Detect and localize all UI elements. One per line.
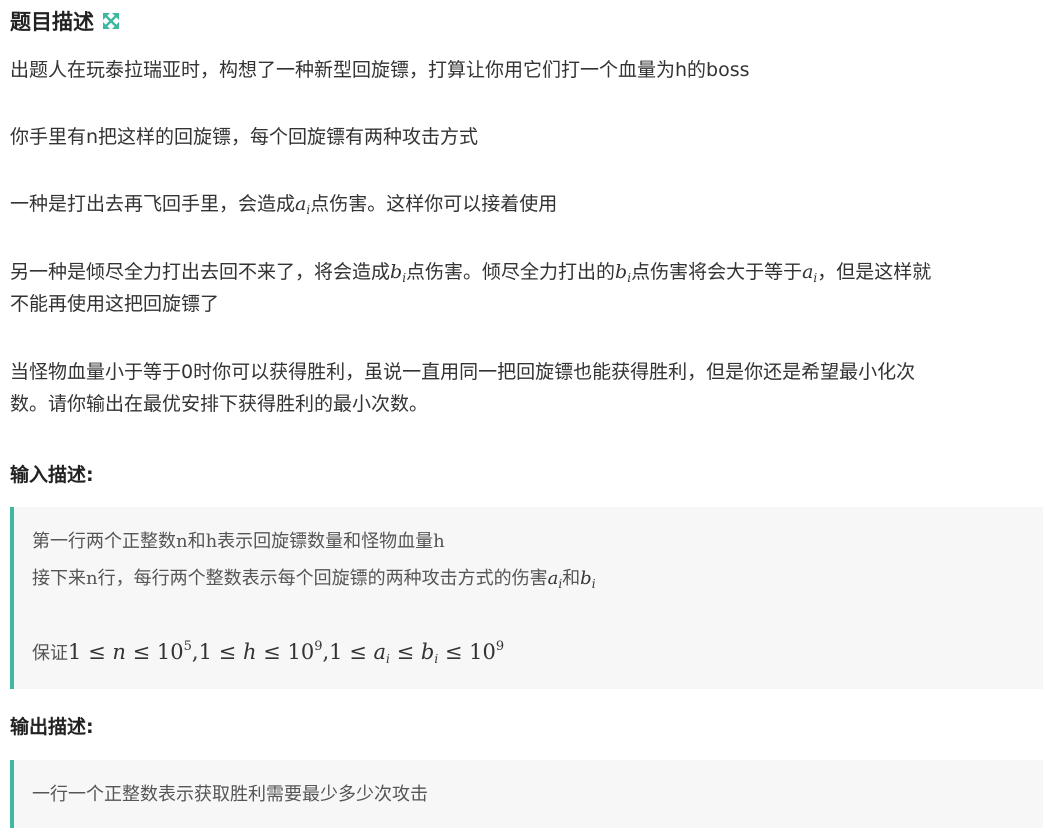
paragraph-line: 不能再使用这把回旋镖了 bbox=[10, 293, 220, 315]
title-row: 题目描述 bbox=[10, 6, 120, 36]
description-paragraph-4: 另一种是倾尽全力打出去回不来了，将会造成bi点伤害。倾尽全力打出的bi点伤害将会… bbox=[10, 256, 1040, 320]
input-line-2: 接下来n行，每行两个整数表示每个回旋镖的两种攻击方式的伤害ai和bi bbox=[32, 568, 596, 591]
description-paragraph-3: 一种是打出去再飞回手里，会造成ai点伤害。这样你可以接着使用 bbox=[10, 188, 1040, 220]
description-paragraph-2: 你手里有n把这样的回旋镖，每个回旋镖有两种攻击方式 bbox=[10, 126, 479, 148]
input-section-title: 输入描述: bbox=[10, 464, 94, 486]
input-line-1: 第一行两个正整数n和h表示回旋镖数量和怪物血量h bbox=[32, 531, 445, 552]
math-var: bi bbox=[390, 261, 407, 285]
description-paragraph-1: 出题人在玩泰拉瑞亚时，构想了一种新型回旋镖，打算让你用它们打一个血量为h的bos… bbox=[10, 59, 750, 81]
paragraph-line: 当怪物血量小于等于0时你可以获得胜利，虽说一直用同一把回旋镖也能获得胜利，但是你… bbox=[10, 361, 916, 383]
page-title: 题目描述 bbox=[10, 10, 94, 34]
math-var: bi bbox=[615, 261, 632, 285]
paragraph-line: 另一种是倾尽全力打出去回不来了，将会造成bi点伤害。倾尽全力打出的bi点伤害将会… bbox=[10, 261, 932, 285]
math-var: ai bbox=[802, 261, 818, 285]
input-block: 第一行两个正整数n和h表示回旋镖数量和怪物血量h 接下来n行，每行两个整数表示每… bbox=[10, 507, 1043, 689]
constraint-line: 保证1 ≤ n ≤ 105,1 ≤ h ≤ 109,1 ≤ ai ≤ bi ≤ … bbox=[32, 639, 505, 666]
expand-arrows-icon[interactable] bbox=[102, 12, 120, 30]
math-var: ai bbox=[295, 193, 311, 217]
output-block: 一行一个正整数表示获取胜利需要最少多少次攻击 bbox=[10, 760, 1043, 828]
output-line-1: 一行一个正整数表示获取胜利需要最少多少次攻击 bbox=[32, 784, 428, 805]
text: 一种是打出去再飞回手里，会造成 bbox=[10, 193, 296, 215]
text: 点伤害。这样你可以接着使用 bbox=[310, 193, 558, 215]
description-paragraph-5: 当怪物血量小于等于0时你可以获得胜利，虽说一直用同一把回旋镖也能获得胜利，但是你… bbox=[10, 356, 1040, 420]
constraint-math: 1 ≤ n ≤ 105,1 ≤ h ≤ 109,1 ≤ ai ≤ bi ≤ 10… bbox=[68, 639, 505, 666]
paragraph-line: 数。请你输出在最优安排下获得胜利的最小次数。 bbox=[10, 393, 429, 415]
output-section-title: 输出描述: bbox=[10, 716, 94, 738]
